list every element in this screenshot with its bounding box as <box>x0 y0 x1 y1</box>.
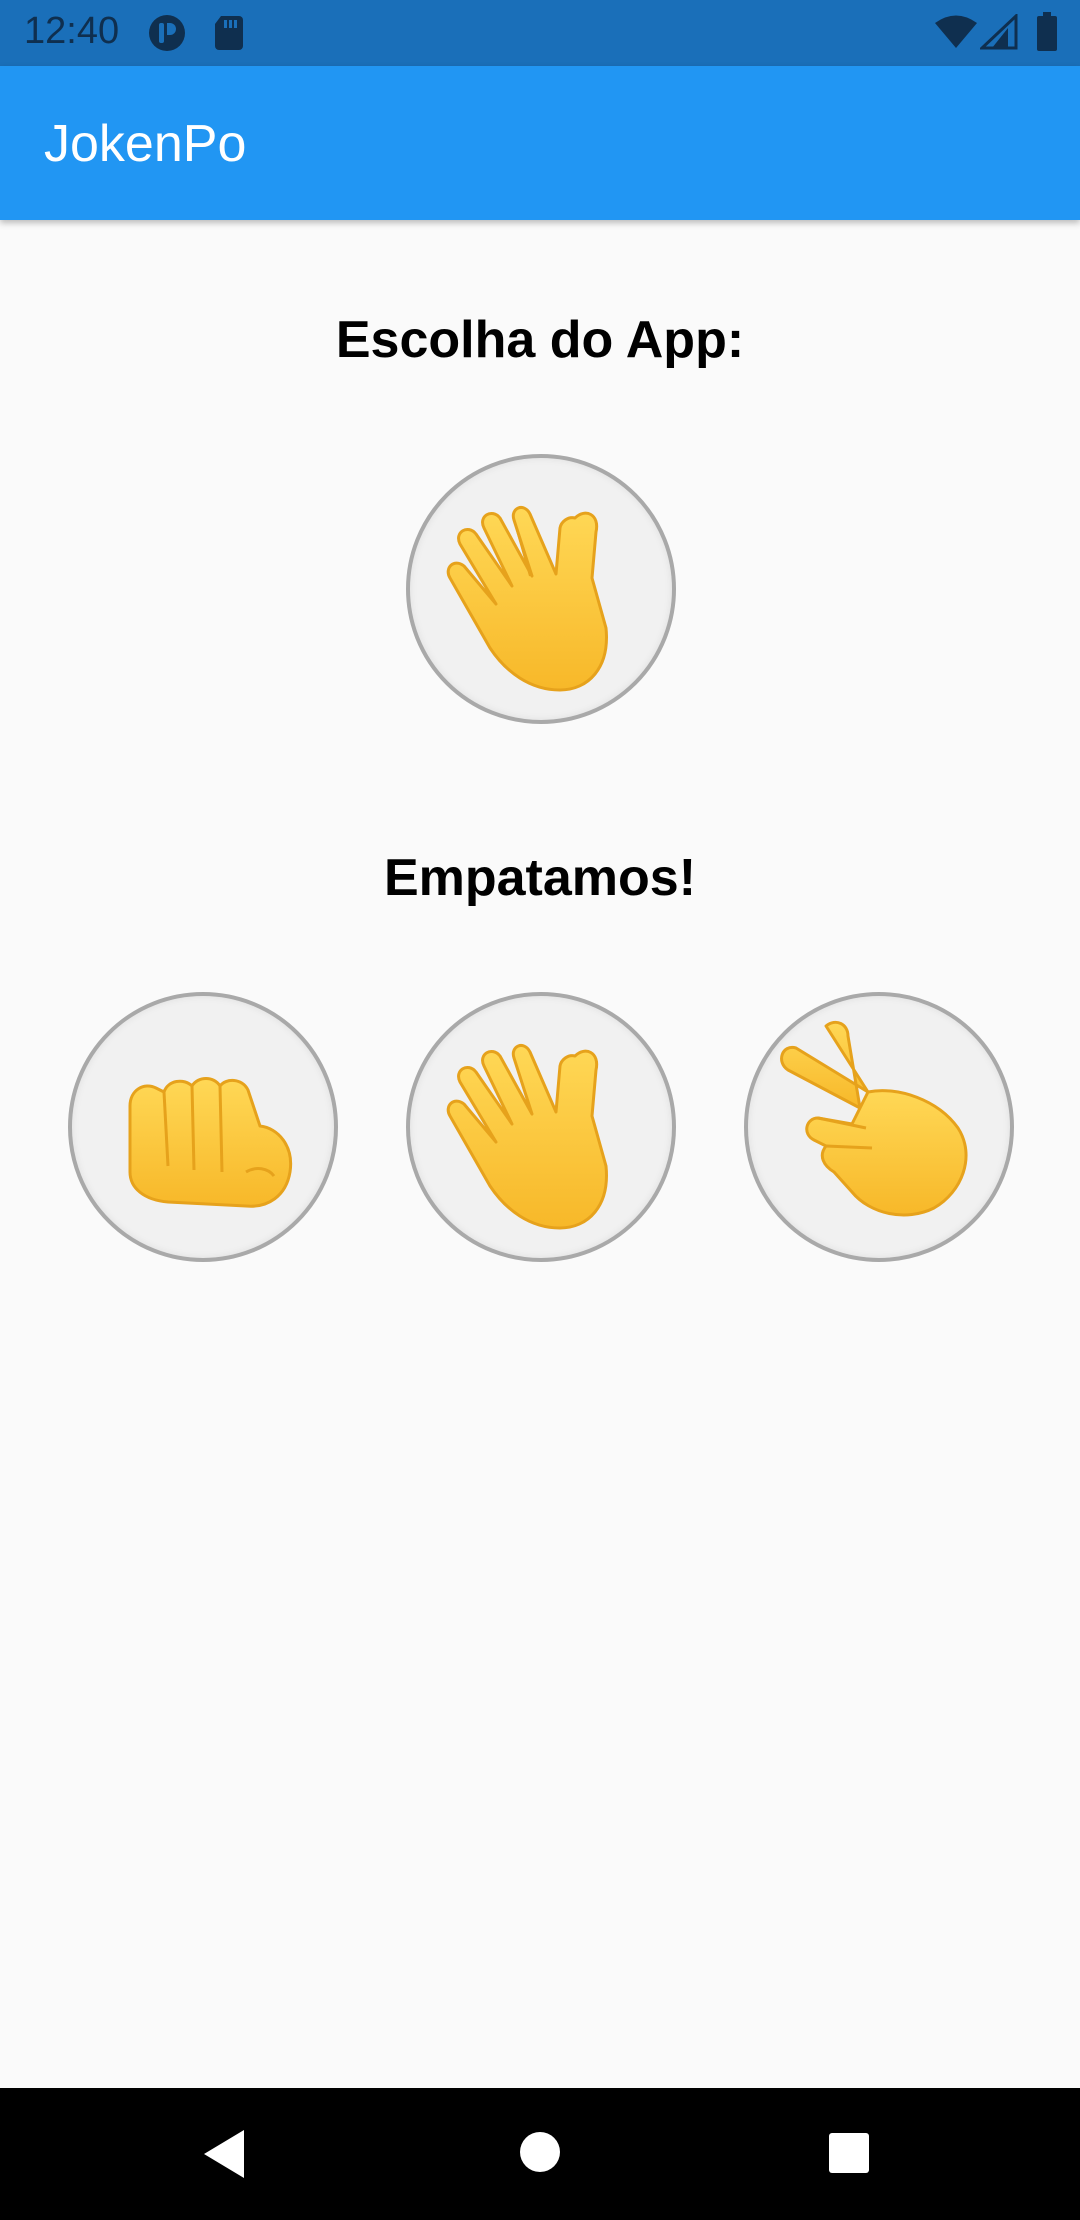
app-choice-image <box>406 454 676 724</box>
wifi-icon <box>935 15 977 48</box>
hand-paper-icon <box>446 505 608 692</box>
status-time: 12:40 <box>24 10 120 52</box>
navigation-bar <box>0 2088 1080 2220</box>
rock-option-button[interactable] <box>68 992 338 1262</box>
status-bar: 12:40 <box>0 0 1080 66</box>
recents-icon[interactable] <box>828 2132 870 2174</box>
back-icon[interactable] <box>200 2126 250 2182</box>
home-icon[interactable] <box>518 2130 562 2174</box>
victory-scissors-icon <box>780 1020 968 1217</box>
scissors-option-button[interactable] <box>744 992 1014 1262</box>
cell-signal-icon <box>980 14 1018 50</box>
sd-card-icon <box>215 16 243 50</box>
paper-option-button[interactable] <box>406 992 676 1262</box>
battery-icon <box>1037 12 1057 51</box>
app-bar: JokenPo <box>0 66 1080 220</box>
fist-rock-icon <box>128 1077 293 1208</box>
app-notification-icon <box>149 15 185 51</box>
app-title: JokenPo <box>44 115 247 173</box>
hand-paper-icon <box>446 1043 608 1230</box>
app-choice-heading: Escolha do App: <box>335 311 745 369</box>
result-message: Empatamos! <box>383 849 697 907</box>
